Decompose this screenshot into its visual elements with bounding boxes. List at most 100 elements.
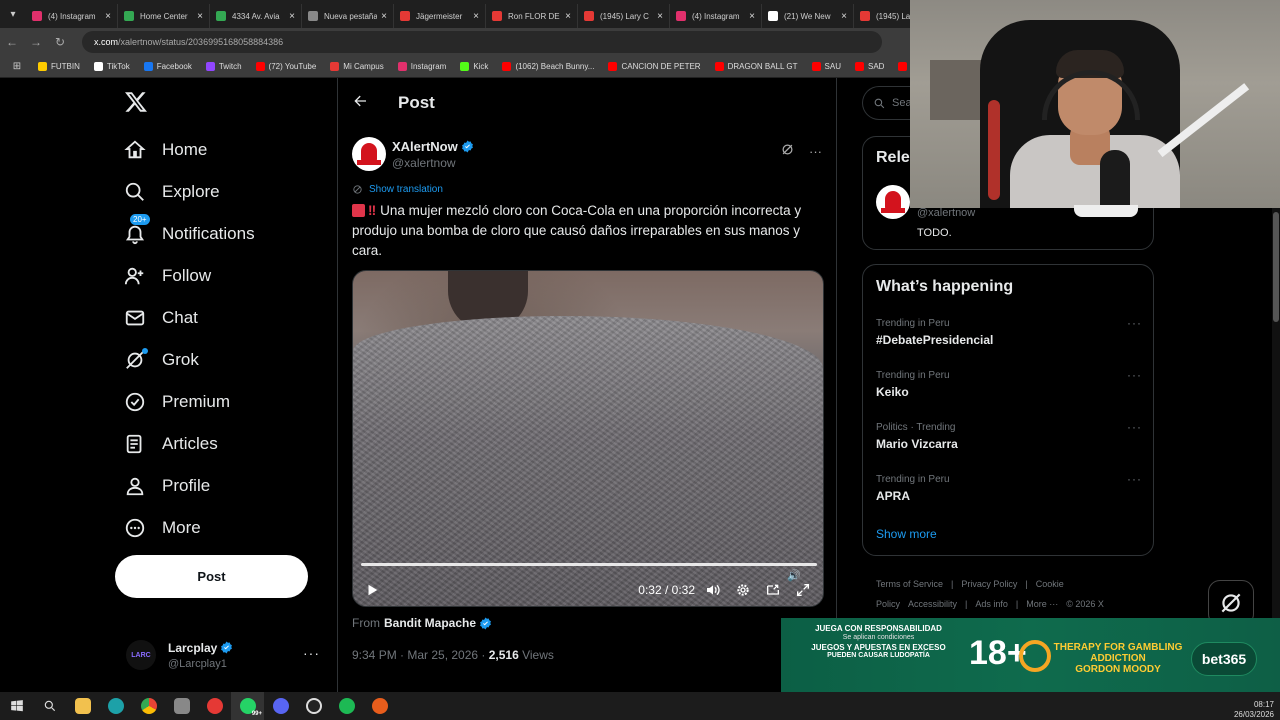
show-translation-link[interactable]: Show translation [352,184,443,195]
forward-nav-icon[interactable]: → [24,35,48,49]
browser-tab[interactable]: 4334 Av. Avia × [210,4,302,28]
spotify-icon[interactable] [330,692,363,720]
app-icon-3[interactable] [264,692,297,720]
trend-item[interactable]: Trending in Peru APRA ··· [876,472,1142,503]
fullscreen-icon[interactable] [795,582,811,598]
video-progress-bar[interactable] [361,563,817,566]
back-nav-icon[interactable]: ← [0,35,24,49]
taskbar-search-icon[interactable] [33,692,66,720]
author-name[interactable]: XAlertNow [392,139,474,154]
bookmark-item[interactable]: SAU [811,62,841,71]
nav-item-more[interactable]: More [124,508,201,548]
browser-tab[interactable]: Home Center × [118,4,210,28]
browser-tab[interactable]: (1945) Lary C × [578,4,670,28]
trend-item[interactable]: Trending in Peru Keiko ··· [876,368,1142,399]
nav-item-profile[interactable]: Profile [124,466,210,506]
footer-link[interactable]: Ads info [975,599,1008,609]
tab-close-icon[interactable]: × [197,11,203,22]
footer-link[interactable]: More ··· [1026,599,1058,609]
from-account-name[interactable]: Bandit Mapache [384,616,476,630]
grok-explain-icon[interactable] [780,142,795,160]
relevant-avatar[interactable] [876,185,910,219]
trend-more-icon[interactable]: ··· [1127,368,1142,382]
nav-label: Premium [162,392,231,411]
trend-more-icon[interactable]: ··· [1127,472,1142,486]
settings-gear-icon[interactable] [735,582,751,598]
bookmark-item[interactable]: (1062) Beach Bunny... [502,62,594,71]
play-icon[interactable] [365,583,379,597]
trend-item[interactable]: Politics · Trending Mario Vizcarra ··· [876,420,1142,451]
obs-icon[interactable] [297,692,330,720]
app-icon-1[interactable] [165,692,198,720]
tab-search-button[interactable]: ▾ [0,0,26,28]
nav-item-grok[interactable]: Grok [124,340,199,380]
x-logo-icon[interactable] [124,90,148,114]
app-icon-4[interactable] [363,692,396,720]
file-explorer-icon[interactable] [66,692,99,720]
app-icon-2[interactable] [198,692,231,720]
bookmark-item[interactable]: SAD [854,62,884,71]
reload-icon[interactable]: ↻ [48,35,72,49]
browser-tab[interactable]: (4) Instagram × [26,4,118,28]
nav-item-follow[interactable]: Follow [124,256,211,296]
nav-item-explore[interactable]: Explore [124,172,220,212]
edge-browser-icon[interactable] [99,692,132,720]
taskbar-clock[interactable]: 08:17 26/03/2026 [1234,700,1274,720]
bookmark-item[interactable]: DRAGON BALL GT [714,62,798,71]
footer-link[interactable]: Terms of Service [876,579,943,589]
browser-tab[interactable]: (21) We New × [762,4,854,28]
footer-link[interactable]: Privacy Policy [961,579,1017,589]
picture-in-picture-icon[interactable] [765,582,781,598]
account-more-icon[interactable]: ··· [303,645,320,661]
chrome-browser-icon[interactable] [132,692,165,720]
bookmark-item[interactable]: (72) YouTube [255,62,316,71]
tab-close-icon[interactable]: × [749,11,755,22]
bookmark-item[interactable]: Instagram [397,62,446,71]
tab-close-icon[interactable]: × [105,11,111,22]
bookmark-item[interactable]: Facebook [143,62,192,71]
tab-favicon-icon [492,11,502,21]
tab-close-icon[interactable]: × [657,11,663,22]
trend-item[interactable]: Trending in Peru #DebatePresidencial ··· [876,316,1142,347]
browser-tab[interactable]: (4) Instagram × [670,4,762,28]
volume-icon[interactable] [705,582,721,598]
follow-button-partial[interactable] [1074,205,1138,217]
footer-link[interactable]: Accessibility [908,599,957,609]
apps-grid-icon[interactable]: ⊞ [6,61,28,72]
nav-item-articles[interactable]: Articles [124,424,218,464]
browser-tab[interactable]: Jägermeister × [394,4,486,28]
tab-close-icon[interactable]: × [565,11,571,22]
nav-item-notifications[interactable]: 20+ Notifications [124,214,255,254]
tab-close-icon[interactable]: × [381,11,387,22]
author-avatar[interactable] [352,137,386,171]
post-timestamp[interactable]: 9:34 PM · Mar 25, 2026 · [352,648,489,662]
bookmark-item[interactable]: Twitch [205,62,242,71]
more-options-icon[interactable]: ··· [809,144,822,159]
bookmark-item[interactable]: FUTBIN [38,62,80,71]
nav-item-home[interactable]: Home [124,130,207,170]
browser-tab[interactable]: Ron FLOR DE × [486,4,578,28]
bookmark-item[interactable]: Mi Campus [330,62,384,71]
relevant-handle[interactable]: @xalertnow [917,207,975,219]
windows-start-icon[interactable] [0,692,33,720]
post-button[interactable]: Post [115,555,308,598]
trend-more-icon[interactable]: ··· [1127,316,1142,330]
trend-more-icon[interactable]: ··· [1127,420,1142,434]
bookmark-item[interactable]: TikTok [93,62,130,71]
tab-close-icon[interactable]: × [289,11,295,22]
bookmark-item[interactable]: Kick [460,62,488,71]
tab-close-icon[interactable]: × [841,11,847,22]
account-switcher[interactable]: LARC Larcplay @Larcplay1 ··· [126,635,326,675]
browser-tab[interactable]: Nueva pestaña × [302,4,394,28]
nav-item-premium[interactable]: Premium [124,382,230,422]
video-player[interactable]: 🔊 0:32 / 0:32 [352,270,824,607]
tab-close-icon[interactable]: × [473,11,479,22]
show-more-link[interactable]: Show more [876,527,937,541]
author-handle[interactable]: @xalertnow [392,156,474,170]
nav-item-chat[interactable]: Chat [124,298,198,338]
url-input[interactable]: x.com/xalertnow/status/20369951680588843… [82,31,882,53]
back-arrow-icon[interactable] [352,93,372,114]
bookmark-item[interactable]: CANCION DE PETER [608,62,701,71]
page-scrollbar-thumb[interactable] [1273,212,1279,322]
whatsapp-icon[interactable]: 99+ [231,692,264,720]
